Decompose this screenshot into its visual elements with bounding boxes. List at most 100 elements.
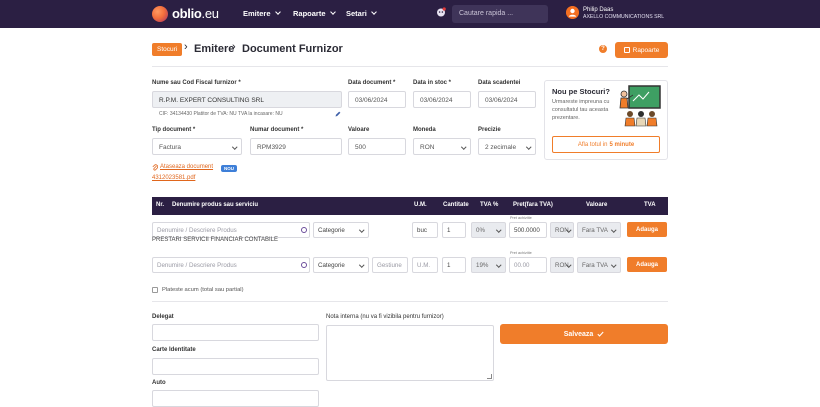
save-button-label: Salveaza xyxy=(563,330,594,338)
doc-type-value: Factura xyxy=(159,144,182,151)
info-card-title: Nou pe Stocuri? xyxy=(552,87,610,96)
page-title: Document Furnizor xyxy=(242,43,343,55)
doc-number-label: Numar document * xyxy=(250,127,304,133)
delegate-input[interactable] xyxy=(152,324,319,341)
brand-logo[interactable]: oblio.eu xyxy=(172,6,219,21)
doc-date-label: Data document * xyxy=(348,80,396,86)
vat-pct-select[interactable]: 0% xyxy=(471,222,506,238)
doc-date-input[interactable]: 03/06/2024 xyxy=(348,91,406,108)
vat-pct-select[interactable]: 19% xyxy=(471,257,506,273)
precision-label: Precizie xyxy=(478,127,501,133)
th-um: U.M. xyxy=(414,202,427,208)
qty-input[interactable]: 1 xyxy=(442,222,466,238)
value-input[interactable]: 500 xyxy=(348,138,406,155)
id-card-label: Carte Identitate xyxy=(152,347,196,353)
report-icon xyxy=(623,47,630,53)
currency-value: RON xyxy=(420,144,435,151)
top-navbar: oblio.eu Emitere Rapoarte Setari Cautare… xyxy=(0,0,820,28)
oblio-logo-icon[interactable] xyxy=(152,6,168,22)
divider xyxy=(152,301,668,302)
reports-button-label: Rapoarte xyxy=(632,46,660,54)
precision-value: 2 zecimale xyxy=(485,144,517,151)
th-vat-pct: TVA % xyxy=(480,202,499,208)
supplier-label: Nume sau Cod Fiscal furnizor * xyxy=(152,80,241,86)
precision-select[interactable]: 2 zecimale xyxy=(478,138,536,155)
chevron-down-icon xyxy=(610,227,616,233)
um-input[interactable]: U.M. xyxy=(412,257,438,273)
vat-mode-select[interactable]: Fara TVA xyxy=(577,257,621,273)
breadcrumb-parent[interactable]: Emitere xyxy=(194,43,234,55)
th-vat: TVA xyxy=(644,202,656,208)
chevron-down-icon xyxy=(371,9,377,15)
category-select[interactable]: Categorie xyxy=(313,222,369,238)
auto-input[interactable] xyxy=(152,390,319,407)
add-item-button[interactable]: Adauga xyxy=(627,222,667,237)
currency-select[interactable]: RON xyxy=(413,138,471,155)
attached-file-link[interactable]: 4312023581.pdf xyxy=(152,175,195,181)
item-description: PRESTARI SERVICII FINANCIAR CONTABILE xyxy=(152,237,279,243)
value-label: Valoare xyxy=(348,127,370,133)
user-name[interactable]: Philip Daas xyxy=(583,7,613,13)
row-currency-select[interactable]: RON xyxy=(550,222,574,238)
vat-pct-value: 19% xyxy=(476,262,489,269)
nav-setari[interactable]: Setari xyxy=(346,9,377,18)
warehouse-input[interactable]: Gestiune xyxy=(372,257,408,273)
id-card-input[interactable] xyxy=(152,358,319,375)
new-badge: NOU xyxy=(221,165,237,172)
nav-emitere[interactable]: Emitere xyxy=(243,9,281,18)
chevron-down-icon xyxy=(495,262,501,268)
paperclip-icon xyxy=(152,164,158,171)
price-input[interactable]: 00.00 xyxy=(509,257,547,273)
internal-note-label: Nota interna (nu va fi vizibila pentru f… xyxy=(326,314,444,320)
notification-icon[interactable] xyxy=(436,7,446,18)
due-date-label: Data scadentei xyxy=(478,80,521,86)
supplier-info: CIF: 34134430 Platitor de TVA: NU TVA la… xyxy=(159,111,283,117)
brand-tld: .eu xyxy=(201,6,219,21)
product-lookup-icon[interactable] xyxy=(301,227,307,233)
stock-date-input[interactable]: 03/06/2024 xyxy=(413,91,471,108)
resize-handle-icon[interactable] xyxy=(487,374,492,379)
product-input[interactable]: Denumire / Descriere Produs xyxy=(152,257,310,273)
currency-label: Moneda xyxy=(413,127,436,133)
attach-document-link[interactable]: Ataseaza document xyxy=(160,164,213,170)
category-select[interactable]: Categorie xyxy=(313,257,369,273)
supplier-input[interactable]: R.P.M. EXPERT CONSULTING SRL xyxy=(152,91,342,108)
stock-date-label: Data in stoc * xyxy=(413,80,452,86)
product-lookup-icon[interactable] xyxy=(301,262,307,268)
nav-rapoarte-label: Rapoarte xyxy=(293,9,326,18)
learn-more-button[interactable]: Afla totul in 5 minute xyxy=(552,136,660,153)
product-input[interactable]: Denumire / Descriere Produs xyxy=(152,222,310,238)
presentation-illustration-icon xyxy=(619,85,661,127)
due-date-input[interactable]: 03/06/2024 xyxy=(478,91,536,108)
qty-input[interactable]: 1 xyxy=(442,257,466,273)
internal-note-textarea[interactable] xyxy=(326,325,494,381)
price-input[interactable]: 500.0000 xyxy=(509,222,547,238)
doc-type-label: Tip document * xyxy=(152,127,196,133)
learn-more-prefix: Afla totul in xyxy=(577,141,608,148)
th-qty: Cantitate xyxy=(443,202,469,208)
vat-mode-select[interactable]: Fara TVA xyxy=(577,222,621,238)
nav-rapoarte[interactable]: Rapoarte xyxy=(293,9,336,18)
pay-now-checkbox[interactable] xyxy=(152,287,158,293)
chevron-down-icon xyxy=(495,227,501,233)
row-currency-select[interactable]: RON xyxy=(550,257,574,273)
edit-pencil-icon[interactable] xyxy=(335,111,341,117)
breadcrumb-separator: › xyxy=(184,41,188,53)
stocuri-badge[interactable]: Stocuri xyxy=(152,43,183,56)
help-icon[interactable]: ? xyxy=(599,45,607,53)
add-item-button[interactable]: Adauga xyxy=(627,257,667,272)
um-input[interactable]: buc xyxy=(412,222,438,238)
doc-number-input[interactable]: RPM3929 xyxy=(250,138,342,155)
user-avatar-icon[interactable] xyxy=(566,6,579,19)
auto-label: Auto xyxy=(152,380,166,386)
category-value: Categorie xyxy=(318,262,345,269)
quick-search-input[interactable]: Cautare rapida ... xyxy=(452,5,548,23)
th-price: Pret(fara TVA) xyxy=(513,202,553,208)
chevron-down-icon xyxy=(329,9,336,15)
reports-button[interactable]: Rapoarte xyxy=(615,42,668,58)
doc-type-select[interactable]: Factura xyxy=(152,138,242,155)
divider xyxy=(152,66,668,67)
save-button[interactable]: Salveaza xyxy=(500,324,668,344)
category-value: Categorie xyxy=(318,227,345,234)
vat-mode-value: Fara TVA xyxy=(582,227,608,234)
